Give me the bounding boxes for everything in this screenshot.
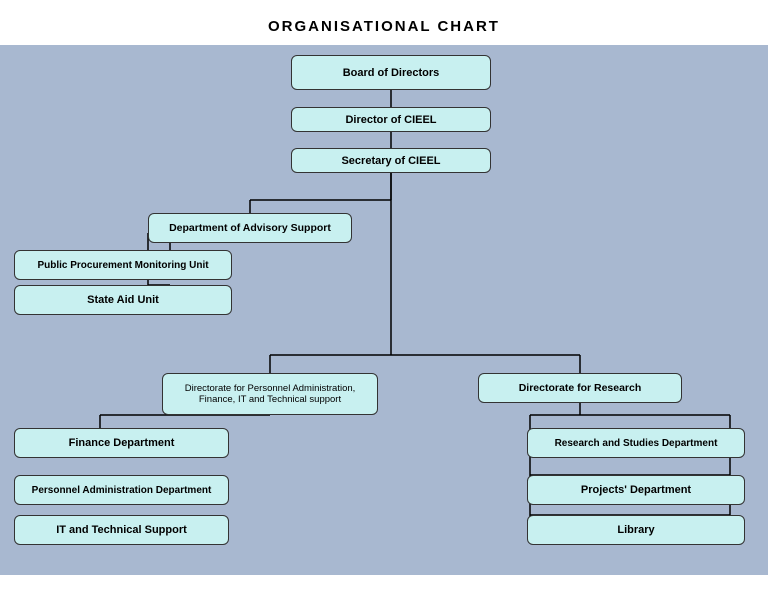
chart-area: Board of Directors Director of CIEEL Sec…: [0, 45, 768, 575]
dir-research-box: Directorate for Research: [478, 373, 682, 403]
it-support-box: IT and Technical Support: [14, 515, 229, 545]
personnel-admin-box: Personnel Administration Department: [14, 475, 229, 505]
procurement-box: Public Procurement Monitoring Unit: [14, 250, 232, 280]
finance-box: Finance Department: [14, 428, 229, 458]
advisory-box: Department of Advisory Support: [148, 213, 352, 243]
secretary-box: Secretary of CIEEL: [291, 148, 491, 173]
research-studies-box: Research and Studies Department: [527, 428, 745, 458]
board-box: Board of Directors: [291, 55, 491, 90]
library-box: Library: [527, 515, 745, 545]
state-aid-box: State Aid Unit: [14, 285, 232, 315]
page-title: ORGANISATIONAL CHART: [0, 0, 768, 45]
projects-box: Projects' Department: [527, 475, 745, 505]
dir-personnel-box: Directorate for Personnel Administration…: [162, 373, 378, 415]
director-box: Director of CIEEL: [291, 107, 491, 132]
